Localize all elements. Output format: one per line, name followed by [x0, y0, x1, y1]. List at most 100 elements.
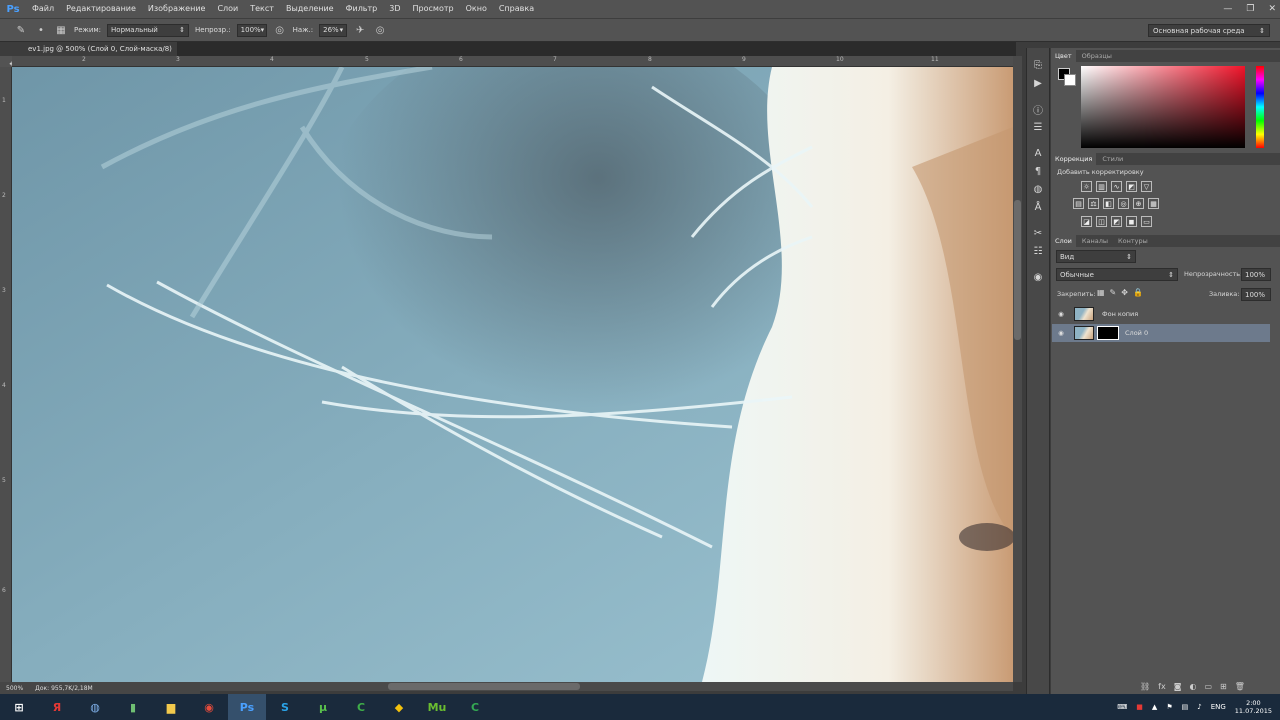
color-balance-icon[interactable]: ⚖: [1088, 198, 1099, 209]
menu-view[interactable]: Просмотр: [407, 0, 460, 18]
black-white-icon[interactable]: ◧: [1103, 198, 1114, 209]
tray-arrow-icon[interactable]: ▲: [1152, 703, 1157, 711]
document-canvas[interactable]: [12, 67, 1013, 682]
windows-start-icon[interactable]: ⊞: [0, 694, 38, 720]
exposure-icon[interactable]: ◩: [1126, 181, 1137, 192]
threshold-icon[interactable]: ◩: [1111, 216, 1122, 227]
pressure-field[interactable]: 26% ▾: [319, 23, 348, 37]
info-panel-icon[interactable]: ⓘ: [1027, 100, 1049, 118]
menu-window[interactable]: Окно: [460, 0, 493, 18]
eye-icon[interactable]: ◉: [1052, 310, 1070, 318]
keyboard-icon[interactable]: ⌨: [1117, 703, 1127, 711]
horizontal-scroll-thumb[interactable]: [388, 683, 580, 690]
clock[interactable]: 2:00 11.07.2015: [1235, 699, 1272, 715]
notes-icon[interactable]: ◆: [380, 694, 418, 720]
menu-edit[interactable]: Редактирование: [60, 0, 142, 18]
layer-opacity-field[interactable]: 100%: [1241, 268, 1271, 281]
network-icon[interactable]: ▤: [1182, 703, 1189, 711]
add-mask-icon[interactable]: ◙: [1174, 682, 1182, 694]
files-icon[interactable]: ▮: [114, 694, 152, 720]
invert-icon[interactable]: ◪: [1081, 216, 1092, 227]
camtasia-icon[interactable]: C: [342, 694, 380, 720]
skype-icon[interactable]: S: [266, 694, 304, 720]
airbrush-icon[interactable]: ✈: [353, 23, 367, 37]
gradient-map-icon[interactable]: ▭: [1141, 216, 1152, 227]
document-tab[interactable]: ev1.jpg @ 500% (Слой 0, Слой-маска/8) *: [26, 42, 178, 67]
tab-swatches[interactable]: Образцы: [1078, 50, 1116, 62]
menu-layers[interactable]: Слои: [211, 0, 244, 18]
tab-adjustments[interactable]: Коррекция: [1051, 153, 1097, 165]
blend-mode-select[interactable]: Обычные ⇕: [1056, 268, 1178, 281]
brush-panel-icon[interactable]: ▦: [54, 23, 68, 37]
layer-row-selected[interactable]: ◉ Слой 0: [1052, 324, 1270, 342]
chrome-icon[interactable]: ◉: [190, 694, 228, 720]
clone-source-icon[interactable]: ☷: [1027, 242, 1049, 260]
layer-row[interactable]: ◉ Фон копия: [1052, 305, 1270, 323]
photoshop-taskbar-icon[interactable]: Ps: [228, 694, 266, 720]
levels-icon[interactable]: ▥: [1096, 181, 1107, 192]
hue-slider[interactable]: [1256, 66, 1264, 148]
language-indicator[interactable]: ENG: [1211, 703, 1226, 711]
paragraph-panel-icon[interactable]: ¶: [1027, 162, 1049, 180]
menu-select[interactable]: Выделение: [280, 0, 340, 18]
layer-filter-select[interactable]: Вид ⇕: [1056, 250, 1136, 263]
restore-button[interactable]: ❐: [1246, 0, 1254, 18]
navigator-panel-icon[interactable]: ☰: [1027, 118, 1049, 136]
brush-size-icon[interactable]: •: [34, 23, 48, 37]
vertical-scroll-thumb[interactable]: [1014, 200, 1021, 340]
group-icon[interactable]: ▭: [1204, 682, 1212, 694]
menu-file[interactable]: Файл: [26, 0, 60, 18]
color-lookup-icon[interactable]: ▦: [1148, 198, 1159, 209]
actions-panel-icon[interactable]: ▶: [1027, 74, 1049, 92]
pressure-size-icon[interactable]: ◎: [373, 23, 387, 37]
brush-panel-icon-2[interactable]: Å: [1027, 198, 1049, 216]
zoom-level[interactable]: 500%: [6, 685, 23, 692]
panel-background-swatch[interactable]: [1064, 74, 1076, 86]
minimize-button[interactable]: —: [1223, 0, 1232, 18]
selective-color-icon[interactable]: ◼: [1126, 216, 1137, 227]
trash-icon[interactable]: 🗑: [1235, 682, 1245, 694]
layer-name[interactable]: Фон копия: [1102, 310, 1138, 318]
tab-layers[interactable]: Слои: [1051, 235, 1076, 247]
muse-icon[interactable]: Mu: [418, 694, 456, 720]
brush-preset-icon[interactable]: ✎: [14, 23, 28, 37]
yandex-icon[interactable]: Я: [38, 694, 76, 720]
curves-icon[interactable]: ∿: [1111, 181, 1122, 192]
new-layer-icon[interactable]: ⊞: [1220, 682, 1227, 694]
channel-mixer-icon[interactable]: ⊕: [1133, 198, 1144, 209]
tab-paths[interactable]: Контуры: [1114, 235, 1152, 247]
folder-icon[interactable]: ▆: [152, 694, 190, 720]
history-panel-icon[interactable]: ⎘: [1027, 56, 1049, 74]
fx-icon[interactable]: fx: [1158, 682, 1166, 694]
tool-presets-icon[interactable]: ✂: [1027, 224, 1049, 242]
tab-color[interactable]: Цвет: [1051, 50, 1076, 62]
properties-panel-icon[interactable]: ◉: [1027, 268, 1049, 286]
brightness-icon[interactable]: ☼: [1081, 181, 1092, 192]
character-panel-icon[interactable]: A: [1027, 144, 1049, 162]
layer-mask-thumbnail[interactable]: [1097, 326, 1119, 340]
menu-help[interactable]: Справка: [493, 0, 540, 18]
menu-3d[interactable]: 3D: [383, 0, 406, 18]
tab-styles[interactable]: Стили: [1098, 153, 1127, 165]
posterize-icon[interactable]: ◫: [1096, 216, 1107, 227]
photo-filter-icon[interactable]: ◎: [1118, 198, 1129, 209]
volume-icon[interactable]: ♪: [1197, 703, 1201, 711]
lock-icons[interactable]: ▦✎✥🔒: [1097, 288, 1148, 297]
vertical-scrollbar[interactable]: [1013, 56, 1022, 682]
mode-select[interactable]: Нормальный ⇕: [107, 23, 190, 37]
menu-text[interactable]: Текст: [244, 0, 280, 18]
tab-channels[interactable]: Каналы: [1078, 235, 1112, 247]
color-picker-field[interactable]: [1081, 66, 1245, 148]
eye-icon[interactable]: ◉: [1052, 329, 1070, 337]
close-button[interactable]: ✕: [1268, 0, 1276, 18]
workspace-select[interactable]: Основная рабочая среда ⇕: [1148, 24, 1270, 37]
flag-icon[interactable]: ⚑: [1166, 703, 1172, 711]
torrent-icon[interactable]: µ: [304, 694, 342, 720]
vibrance-icon[interactable]: ▽: [1141, 181, 1152, 192]
adjustment-layer-icon[interactable]: ◐: [1189, 682, 1196, 694]
fill-field[interactable]: 100%: [1241, 288, 1271, 301]
hue-saturation-icon[interactable]: ▤: [1073, 198, 1084, 209]
link-icon[interactable]: ⛓: [1140, 682, 1150, 694]
pressure-opacity-icon[interactable]: ◎: [273, 23, 287, 37]
layer-name[interactable]: Слой 0: [1125, 329, 1148, 337]
